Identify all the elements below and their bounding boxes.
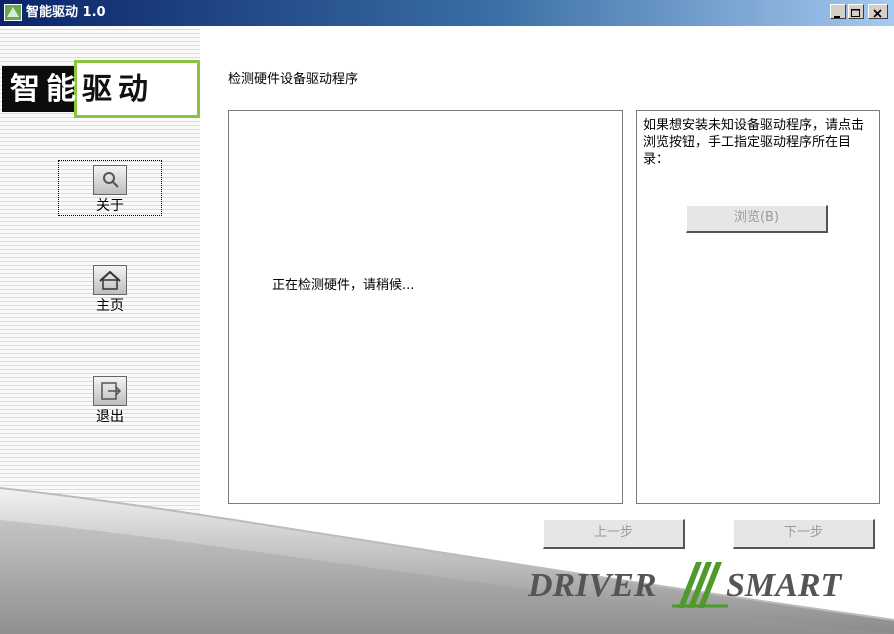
minimize-button[interactable] [830, 4, 846, 19]
browse-button[interactable]: 浏览(B) [686, 205, 828, 233]
hint-text: 如果想安装未知设备驱动程序，请点击浏览按钮，手工指定驱动程序所在目录： [643, 118, 865, 167]
logo-text-left: DRIVER [528, 567, 657, 604]
logo-stripes-icon [672, 562, 728, 608]
previous-button[interactable]: 上一步 [543, 519, 685, 549]
detection-message: 正在检测硬件，请稍候... [272, 278, 415, 293]
logo-text-right: SMART [726, 567, 842, 604]
sidebar-item-exit[interactable]: 退出 [58, 376, 162, 426]
brand-part1: 智能 [10, 72, 82, 107]
exit-icon [93, 376, 127, 406]
home-icon [93, 265, 127, 295]
status-text: 检测硬件设备驱动程序 [228, 72, 359, 87]
window-title: 智能驱动 1.0 [26, 5, 106, 20]
maximize-button[interactable] [848, 4, 864, 19]
sidebar-item-label: 退出 [96, 409, 124, 425]
brand-text: 智能驱动 [10, 72, 154, 108]
magnifier-icon [93, 165, 127, 195]
title-bar[interactable]: 智能驱动 1.0 [0, 0, 894, 26]
hint-panel: 如果想安装未知设备驱动程序，请点击浏览按钮，手工指定驱动程序所在目录： [636, 110, 880, 504]
sidebar-item-home[interactable]: 主页 [58, 265, 162, 315]
sidebar-item-label: 主页 [96, 298, 124, 314]
detection-panel: 正在检测硬件，请稍候... [228, 110, 623, 504]
brand-part2: 驱动 [82, 72, 154, 107]
brand-logo: 智能驱动 [2, 60, 200, 120]
driver-smart-logo: DRIVER SMART [528, 562, 842, 608]
next-button[interactable]: 下一步 [733, 519, 875, 549]
sidebar-item-about[interactable]: 关于 [58, 160, 162, 216]
sidebar-item-label: 关于 [96, 198, 124, 214]
app-icon [4, 4, 22, 21]
close-button[interactable] [868, 4, 888, 19]
